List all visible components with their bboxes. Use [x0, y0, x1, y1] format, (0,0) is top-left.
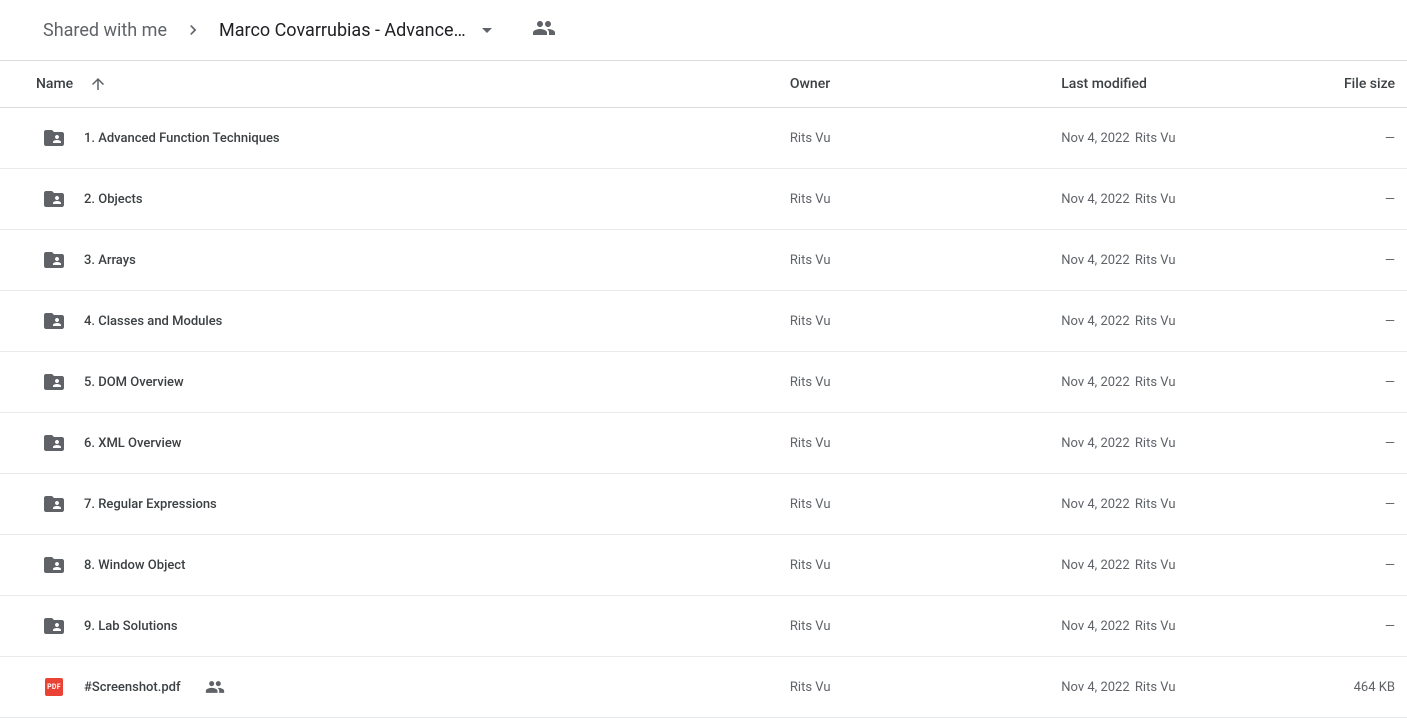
column-header-owner[interactable]: Owner: [784, 61, 1055, 108]
chevron-down-icon: [482, 28, 492, 33]
size-cell: —: [1306, 596, 1407, 657]
shared-icon: [205, 677, 225, 697]
size-cell: —: [1306, 291, 1407, 352]
owner-cell: Rits Vu: [784, 108, 1055, 169]
column-header-name[interactable]: Name: [36, 75, 778, 93]
size-cell: —: [1306, 352, 1407, 413]
folder-shared-icon: [42, 187, 66, 211]
table-row[interactable]: 3. Arrays Rits VuNov 4, 2022 Rits Vu—: [0, 230, 1407, 291]
breadcrumb-current-label: Marco Covarrubias - Advance…: [219, 20, 466, 41]
modified-cell: Nov 4, 2022 Rits Vu: [1055, 596, 1306, 657]
owner-cell: Rits Vu: [784, 413, 1055, 474]
folder-shared-icon: [42, 370, 66, 394]
modified-cell: Nov 4, 2022 Rits Vu: [1055, 230, 1306, 291]
modified-cell: Nov 4, 2022 Rits Vu: [1055, 657, 1306, 718]
folder-shared-icon: [42, 126, 66, 150]
file-name: 4. Classes and Modules: [84, 314, 222, 329]
modified-cell: Nov 4, 2022 Rits Vu: [1055, 352, 1306, 413]
modified-cell: Nov 4, 2022 Rits Vu: [1055, 535, 1306, 596]
folder-shared-icon: [42, 492, 66, 516]
size-cell: —: [1306, 474, 1407, 535]
breadcrumb: Shared with me Marco Covarrubias - Advan…: [0, 0, 1407, 60]
chevron-right-icon: [179, 20, 207, 40]
modified-cell: Nov 4, 2022 Rits Vu: [1055, 169, 1306, 230]
file-name: 7. Regular Expressions: [84, 497, 217, 512]
modified-cell: Nov 4, 2022 Rits Vu: [1055, 291, 1306, 352]
table-header-row: Name Owner Last modified File size: [0, 61, 1407, 108]
modified-cell: Nov 4, 2022 Rits Vu: [1055, 108, 1306, 169]
folder-shared-icon: [42, 553, 66, 577]
owner-cell: Rits Vu: [784, 352, 1055, 413]
file-name: #Screenshot.pdf: [84, 680, 181, 695]
size-cell: —: [1306, 230, 1407, 291]
size-cell: 464 KB: [1306, 657, 1407, 718]
pdf-icon: PDF: [45, 678, 63, 696]
table-row[interactable]: 8. Window Object Rits VuNov 4, 2022 Rits …: [0, 535, 1407, 596]
table-row[interactable]: 7. Regular Expressions Rits VuNov 4, 2022…: [0, 474, 1407, 535]
owner-cell: Rits Vu: [784, 657, 1055, 718]
table-row[interactable]: 6. XML Overview Rits VuNov 4, 2022 Rits V…: [0, 413, 1407, 474]
owner-cell: Rits Vu: [784, 291, 1055, 352]
file-table: Name Owner Last modified File size 1. Ad…: [0, 60, 1407, 718]
table-row[interactable]: 2. Objects Rits VuNov 4, 2022 Rits Vu—: [0, 169, 1407, 230]
folder-shared-icon: [42, 309, 66, 333]
column-header-modified[interactable]: Last modified: [1055, 61, 1306, 108]
size-cell: —: [1306, 413, 1407, 474]
size-cell: —: [1306, 108, 1407, 169]
owner-cell: Rits Vu: [784, 230, 1055, 291]
breadcrumb-root[interactable]: Shared with me: [35, 14, 175, 47]
breadcrumb-current-folder[interactable]: Marco Covarrubias - Advance…: [211, 14, 500, 47]
table-row[interactable]: 4. Classes and Modules Rits VuNov 4, 2022…: [0, 291, 1407, 352]
file-name: 9. Lab Solutions: [84, 619, 178, 634]
file-name: 2. Objects: [84, 192, 143, 207]
size-cell: —: [1306, 169, 1407, 230]
column-name-label: Name: [36, 76, 73, 92]
size-cell: —: [1306, 535, 1407, 596]
folder-shared-icon: [42, 614, 66, 638]
manage-members-button[interactable]: [524, 8, 564, 52]
owner-cell: Rits Vu: [784, 596, 1055, 657]
folder-shared-icon: [42, 248, 66, 272]
folder-shared-icon: [42, 431, 66, 455]
file-name: 1. Advanced Function Techniques: [84, 131, 280, 146]
table-row[interactable]: PDF #Screenshot.pdf Rits VuNov 4, 2022 Rit…: [0, 657, 1407, 718]
file-name: 5. DOM Overview: [84, 375, 184, 390]
table-row[interactable]: 1. Advanced Function Techniques Rits VuNo…: [0, 108, 1407, 169]
people-icon: [532, 16, 556, 40]
table-row[interactable]: 5. DOM Overview Rits VuNov 4, 2022 Rits V…: [0, 352, 1407, 413]
file-name: 6. XML Overview: [84, 436, 181, 451]
file-name: 8. Window Object: [84, 558, 185, 573]
arrow-up-icon: [89, 75, 107, 93]
owner-cell: Rits Vu: [784, 474, 1055, 535]
owner-cell: Rits Vu: [784, 169, 1055, 230]
file-name: 3. Arrays: [84, 253, 136, 268]
modified-cell: Nov 4, 2022 Rits Vu: [1055, 413, 1306, 474]
column-header-size[interactable]: File size: [1306, 61, 1407, 108]
table-row[interactable]: 9. Lab Solutions Rits VuNov 4, 2022 Rits …: [0, 596, 1407, 657]
modified-cell: Nov 4, 2022 Rits Vu: [1055, 474, 1306, 535]
owner-cell: Rits Vu: [784, 535, 1055, 596]
